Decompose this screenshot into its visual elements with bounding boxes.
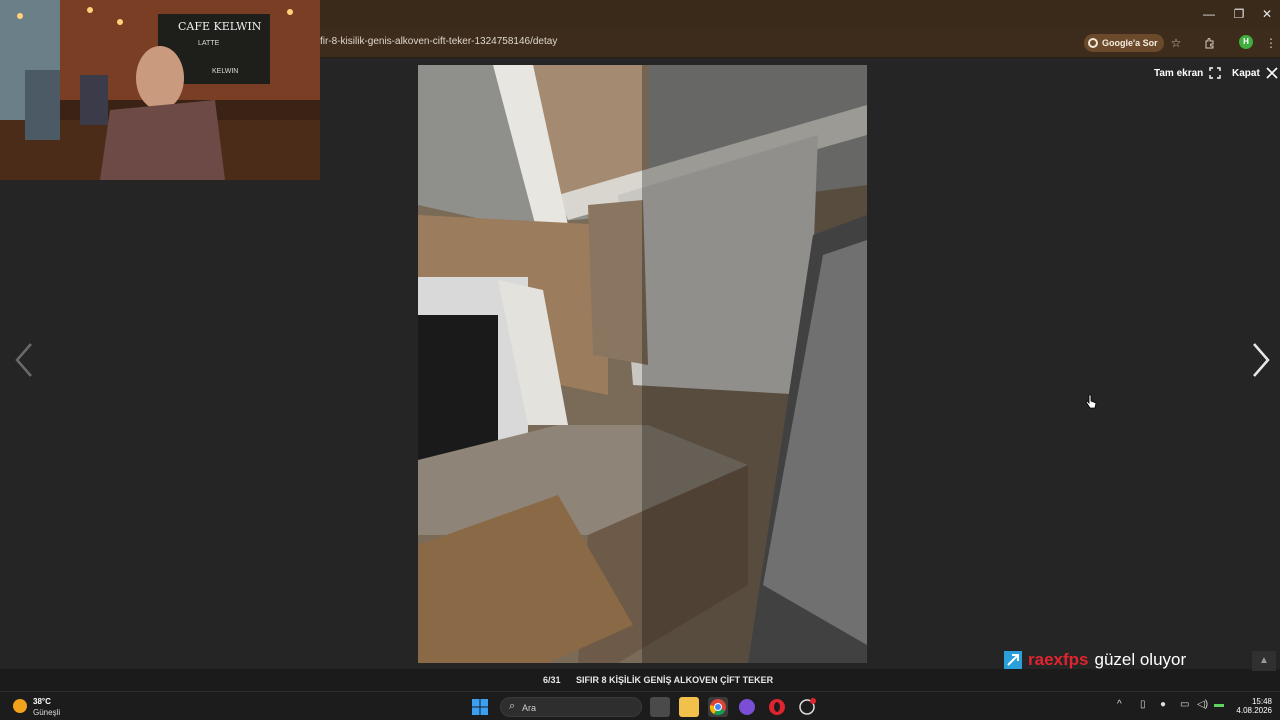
screen: — ❐ ✕ fir-8-kisilik-genis-alkoven-cift-t… xyxy=(0,0,1280,720)
chrome-icon[interactable] xyxy=(708,697,728,717)
previous-image-button[interactable] xyxy=(11,340,37,380)
image-caption: SIFIR 8 KİŞİLİK GENİŞ ALKOVEN ÇİFT TEKER xyxy=(576,675,774,685)
close-viewer-button[interactable]: Kapat xyxy=(1232,67,1278,79)
windows-start-icon[interactable] xyxy=(470,697,490,717)
extensions-icon[interactable] xyxy=(1201,34,1219,52)
chevron-right-icon xyxy=(1253,343,1270,377)
google-ask-label: Google'a Sor xyxy=(1102,38,1158,48)
image-counter: 6/31 xyxy=(543,675,561,685)
listing-photo xyxy=(418,65,867,663)
clock-date: 4.08.2026 xyxy=(1236,706,1272,715)
close-window-button[interactable]: ✕ xyxy=(1252,4,1280,24)
next-image-button[interactable] xyxy=(1248,340,1274,380)
minimize-button[interactable]: — xyxy=(1194,4,1224,24)
display-icon[interactable]: ▭ xyxy=(1180,699,1189,710)
cafe-menu-line: KELWIN xyxy=(212,68,239,75)
search-placeholder: Ara xyxy=(522,703,537,713)
volume-icon[interactable]: ◁) xyxy=(1197,699,1208,710)
file-explorer-icon[interactable] xyxy=(679,697,699,717)
kick-logo-icon xyxy=(1004,651,1022,669)
fullscreen-button[interactable]: Tam ekran xyxy=(1154,67,1221,79)
weather-temperature[interactable]: 38°C xyxy=(33,697,51,706)
mouse-cursor xyxy=(1085,394,1097,410)
profile-avatar[interactable]: H xyxy=(1239,35,1253,49)
battery-icon[interactable]: ▬ xyxy=(1214,699,1224,710)
fullscreen-icon xyxy=(1209,67,1221,79)
close-label: Kapat xyxy=(1232,67,1260,79)
clock[interactable]: 15:48 4.08.2026 xyxy=(1236,697,1272,715)
app-icon[interactable] xyxy=(797,697,817,717)
webcam-overlay: CAFE KELWIN LATTE KELWIN xyxy=(0,0,320,180)
google-lens-icon xyxy=(1088,38,1098,48)
google-ask-button[interactable]: Google'a Sor xyxy=(1084,34,1164,52)
usb-icon[interactable]: ▯ xyxy=(1140,699,1146,710)
url-text[interactable]: fir-8-kisilik-genis-alkoven-cift-teker-1… xyxy=(320,36,557,47)
fullscreen-label: Tam ekran xyxy=(1154,67,1204,79)
microphone-icon[interactable]: ● xyxy=(1160,699,1166,710)
cafe-sign: CAFE KELWIN xyxy=(178,20,262,33)
task-view-icon[interactable] xyxy=(650,697,670,717)
opera-icon[interactable] xyxy=(767,697,787,717)
maximize-button[interactable]: ❐ xyxy=(1224,4,1254,24)
weather-condition[interactable]: Güneşli xyxy=(33,708,60,717)
messenger-icon[interactable] xyxy=(737,697,757,717)
scroll-top-button[interactable]: ▲ xyxy=(1252,651,1276,671)
chat-overlay: raexfps güzel oluyor xyxy=(1004,650,1186,670)
menu-dots-icon[interactable]: ⋮ xyxy=(1262,34,1280,52)
clock-time: 15:48 xyxy=(1251,697,1272,706)
close-icon xyxy=(1266,67,1278,79)
sun-icon[interactable] xyxy=(13,699,27,713)
star-icon[interactable]: ☆ xyxy=(1167,34,1185,52)
chevron-left-icon xyxy=(15,343,32,377)
taskbar-search[interactable]: ⌕ Ara xyxy=(500,697,642,717)
chat-username: raexfps xyxy=(1028,650,1089,669)
cafe-menu-line: LATTE xyxy=(198,40,220,47)
chevron-up-icon[interactable]: ^ xyxy=(1117,699,1122,710)
chat-message: güzel oluyor xyxy=(1094,650,1187,669)
search-icon: ⌕ xyxy=(509,700,516,712)
